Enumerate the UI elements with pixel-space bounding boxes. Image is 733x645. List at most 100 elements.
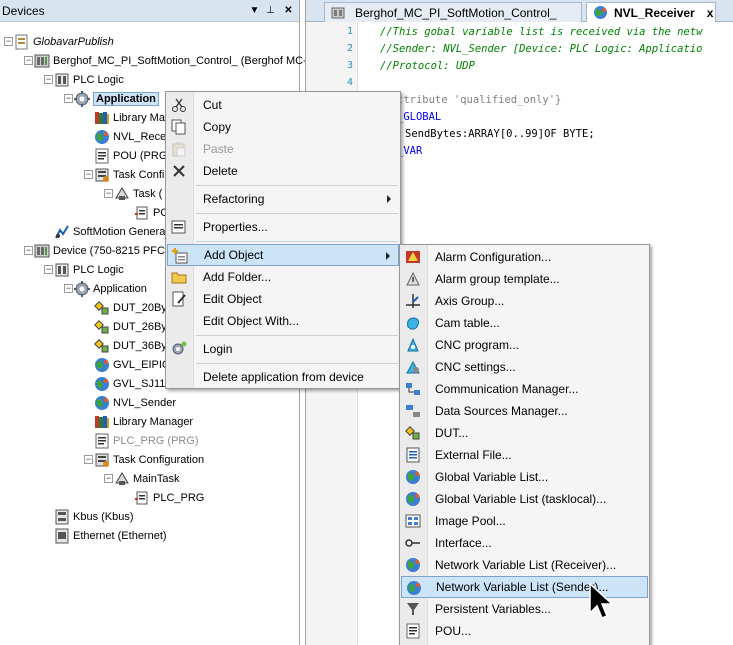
delete-x-icon [171,163,187,179]
tree-item[interactable]: Device (750-8215 PFC2 [34,242,171,260]
tree-collapse-toggle[interactable]: − [84,455,93,464]
menu-item-delete-application-from-device[interactable]: Delete application from device [167,366,399,388]
submenu-item-global-variable-list[interactable]: Global Variable List... [401,466,648,488]
submenu-item-external-file[interactable]: External File... [401,444,648,466]
submenu-item-axis-group[interactable]: Axis Group... [401,290,648,312]
submenu-item-label: CNC settings... [435,360,516,374]
tree-item[interactable]: POU (PRG) [94,147,171,165]
tree-collapse-toggle[interactable]: − [64,94,73,103]
tree-item[interactable]: Kbus (Kbus) [54,508,134,526]
persistent-icon [405,601,421,617]
tree-collapse-toggle[interactable]: − [64,284,73,293]
tree-item-label: Device (750-8215 PFC2 [53,245,172,257]
submenu-item-communication-manager[interactable]: Communication Manager... [401,378,648,400]
pou-call-icon [134,205,150,221]
tree-item[interactable]: Ethernet (Ethernet) [54,527,167,545]
tree-collapse-toggle[interactable]: − [104,474,113,483]
menu-item-edit-object[interactable]: Edit Object [167,288,399,310]
submenu-item-alarm-configuration[interactable]: Alarm Configuration... [401,246,648,268]
menu-item-label: Add Object [204,248,264,262]
tree-item[interactable]: Task ( [114,185,162,203]
tree-item[interactable]: Library Ma [94,109,165,127]
tree-item[interactable]: PO [134,204,169,222]
mouse-cursor-icon [589,583,614,619]
library-icon [94,110,110,126]
tree-item[interactable]: NVL_Sender [94,394,176,412]
submenu-item-cam-table[interactable]: Cam table... [401,312,648,334]
paste-icon [171,141,187,157]
tree-collapse-toggle[interactable]: − [104,189,113,198]
menu-item-label: Copy [203,120,232,134]
tree-collapse-toggle[interactable]: − [4,37,13,46]
tree-item-label: Task Configuration [113,454,205,466]
close-icon[interactable]: ✕ [281,3,296,18]
tree-collapse-toggle[interactable]: − [44,75,53,84]
tree-collapse-toggle[interactable]: − [24,56,33,65]
submenu-item-label: Alarm Configuration... [435,250,552,264]
tree-item[interactable]: DUT_26By [94,318,167,336]
tree-item[interactable]: GlobavarPublish [14,33,114,51]
tree-item[interactable]: Task Configuration [94,451,204,469]
tree-item[interactable]: Library Manager [94,413,193,431]
tree-collapse-toggle[interactable]: − [84,170,93,179]
globe-icon [405,491,421,507]
tree-item[interactable]: GVL_SJ11D [94,375,173,393]
tree-item[interactable]: PLC_PRG (PRG) [94,432,199,450]
submenu-item-data-sources-manager[interactable]: Data Sources Manager... [401,400,648,422]
tree-item[interactable]: NVL_Recei [94,128,169,146]
tree-item[interactable]: MainTask [114,470,179,488]
submenu-item-interface[interactable]: Interface... [401,532,648,554]
menu-item-login[interactable]: Login [167,338,399,360]
task-config-icon [94,452,110,468]
dropdown-arrow-icon[interactable]: ▼ [247,3,262,18]
tab-nvl-receiver[interactable]: NVL_Receiver x [586,2,716,22]
tree-item[interactable]: SoftMotion Genera [54,223,165,241]
submenu-item-alarm-group-template[interactable]: Alarm group template... [401,268,648,290]
tree-item[interactable]: Application [74,90,159,108]
code-line[interactable]: //Sender: NVL_Sender [Device: PLC Logic:… [380,43,702,55]
submenu-item-network-variable-list-receiver[interactable]: Network Variable List (Receiver)... [401,554,648,576]
tree-item[interactable]: DUT_36By [94,337,167,355]
menu-item-delete[interactable]: Delete [167,160,399,182]
pin-icon[interactable]: ⊥ [263,3,278,18]
tree-collapse-toggle[interactable]: − [24,246,33,255]
tree-item[interactable]: PLC_PRG [134,489,204,507]
menu-separator [196,213,398,214]
menu-item-add-object[interactable]: Add Object [167,244,399,266]
devices-panel-header: Devices ▼ ⊥ ✕ [0,0,299,22]
code-line[interactable]: ttribute 'qualified_only'} [397,94,561,106]
submenu-item-global-variable-list-tasklocal[interactable]: Global Variable List (tasklocal)... [401,488,648,510]
menu-item-properties[interactable]: Properties... [167,216,399,238]
tree-item[interactable]: GVL_EIPIC [94,356,170,374]
submenu-item-image-pool[interactable]: Image Pool... [401,510,648,532]
tab-berghof[interactable]: Berghof_MC_PI_SoftMotion_Control_ [324,2,582,22]
menu-item-refactoring[interactable]: Refactoring [167,188,399,210]
menu-item-cut[interactable]: Cut [167,94,399,116]
code-line[interactable]: //This gobal variable list is received v… [380,26,702,38]
code-line[interactable]: _GLOBAL [397,111,441,123]
tree-item-label: NVL_Recei [113,131,169,143]
tree-collapse-toggle[interactable]: − [44,265,53,274]
tree-item[interactable]: Berghof_MC_PI_SoftMotion_Control_ (Bergh… [34,52,307,70]
submenu-item-cnc-settings[interactable]: CNC settings... [401,356,648,378]
submenu-arrow-icon [386,252,390,260]
tree-item[interactable]: Application [74,280,147,298]
menu-separator [196,185,398,186]
code-line[interactable]: SendBytes:ARRAY[0..99]OF BYTE; [405,128,595,140]
globe-icon [94,376,110,392]
tree-item[interactable]: Task Confi [94,166,164,184]
tree-item[interactable]: PLC Logic [54,261,124,279]
submenu-item-cnc-program[interactable]: CNC program... [401,334,648,356]
menu-item-edit-object-with[interactable]: Edit Object With... [167,310,399,332]
tree-item[interactable]: PLC Logic [54,71,124,89]
tree-item[interactable]: DUT_20By [94,299,167,317]
tab-close-icon[interactable]: x [707,6,714,20]
tree-item-label: GlobavarPublish [33,36,114,48]
tree-item-label: PLC_PRG [153,492,205,504]
code-line[interactable]: //Protocol: UDP [380,60,475,72]
submenu-item-dut[interactable]: DUT... [401,422,648,444]
menu-item-add-folder[interactable]: Add Folder... [167,266,399,288]
cnc-settings-icon [405,359,421,375]
plc-logic-icon [54,262,70,278]
menu-item-copy[interactable]: Copy [167,116,399,138]
